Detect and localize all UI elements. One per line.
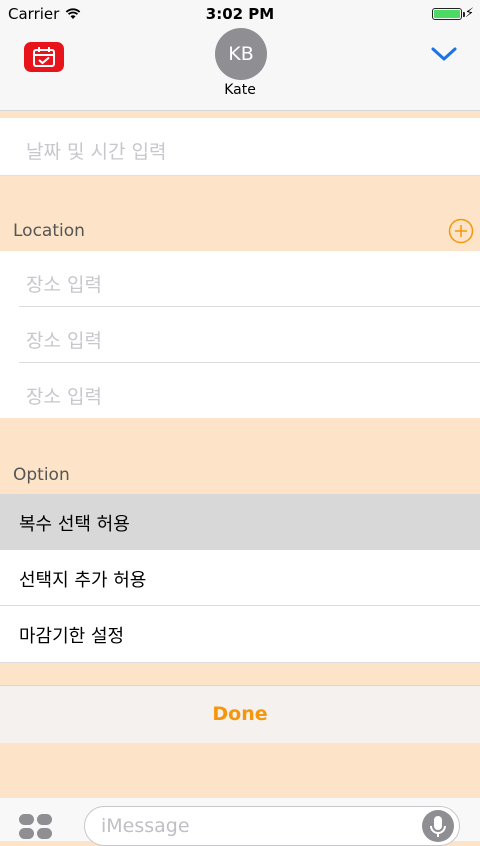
battery-icon [431, 7, 465, 20]
status-right: ⚡ [431, 6, 474, 21]
avatar[interactable]: KB [215, 28, 267, 80]
option-set-deadline[interactable]: 마감기한 설정 [0, 606, 480, 663]
option-allow-multiple[interactable]: 복수 선택 허용 [0, 494, 480, 550]
option-section-label: Option [13, 465, 70, 485]
conversation-header: KB Kate [0, 28, 480, 111]
status-time: 3:02 PM [205, 5, 275, 23]
location-placeholder-2: 장소 입력 [26, 330, 102, 352]
done-button[interactable]: Done [0, 685, 480, 743]
location-input-2[interactable]: 장소 입력 [0, 307, 480, 362]
plus-circle-icon[interactable] [448, 218, 474, 244]
option-allow-add-choices[interactable]: 선택지 추가 허용 [0, 550, 480, 606]
option-label: 복수 선택 허용 [19, 514, 130, 535]
datetime-placeholder: 날짜 및 시간 입력 [26, 141, 167, 163]
location-input-1[interactable]: 장소 입력 [0, 251, 480, 306]
location-input-3[interactable]: 장소 입력 [0, 363, 480, 418]
location-section-label: Location [13, 221, 85, 241]
imessage-input[interactable] [84, 806, 460, 846]
location-placeholder-3: 장소 입력 [26, 386, 102, 408]
microphone-icon[interactable] [422, 810, 454, 842]
datetime-row[interactable]: 날짜 및 시간 입력 [0, 118, 480, 176]
status-bar: Carrier 3:02 PM ⚡ [0, 0, 480, 28]
option-label: 마감기한 설정 [19, 626, 125, 647]
contact-name[interactable]: Kate [0, 82, 480, 98]
avatar-initials: KB [228, 43, 254, 65]
done-label: Done [212, 703, 268, 725]
message-bar [0, 798, 480, 846]
location-placeholder-1: 장소 입력 [26, 274, 102, 296]
calendar-check-icon[interactable] [24, 42, 64, 72]
location-list: 장소 입력 장소 입력 장소 입력 [0, 251, 480, 418]
option-label: 선택지 추가 허용 [19, 570, 147, 591]
charging-icon: ⚡ [464, 6, 474, 21]
chevron-down-icon[interactable] [430, 44, 458, 64]
apps-icon[interactable] [19, 814, 53, 840]
